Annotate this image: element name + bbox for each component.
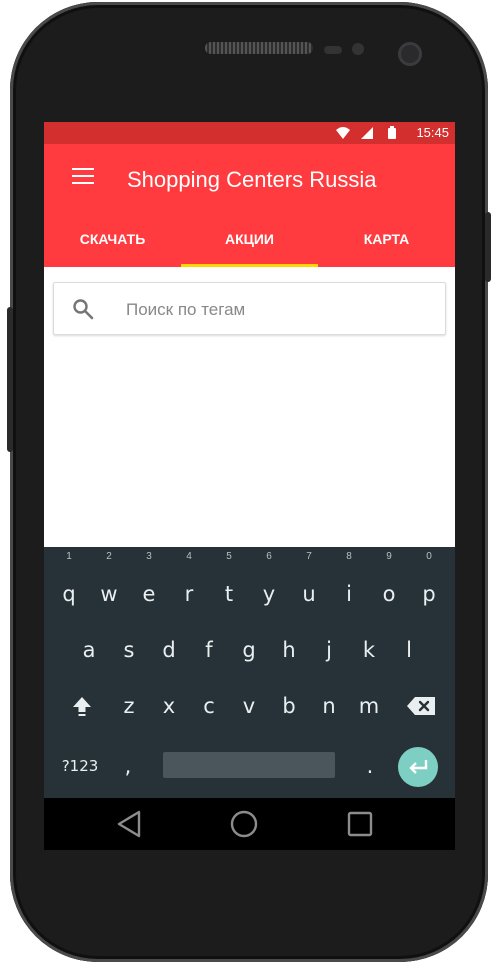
- keyboard: 1 2 3 4 5 6 7 8 9 0 q w e r t y u i o p …: [44, 547, 455, 798]
- front-camera: [398, 42, 422, 66]
- speaker-grille: [205, 42, 313, 54]
- key-g[interactable]: g: [229, 623, 269, 677]
- volume-button: [7, 307, 13, 452]
- power-button: [485, 212, 491, 282]
- search-input[interactable]: [124, 295, 428, 325]
- menu-icon[interactable]: [72, 168, 94, 186]
- home-button[interactable]: [224, 808, 264, 840]
- proximity-sensor: [324, 46, 342, 54]
- status-bar: 15:45: [44, 122, 455, 144]
- key-hint: 3: [146, 551, 152, 562]
- key-a[interactable]: a: [69, 623, 109, 677]
- key-t[interactable]: t: [209, 567, 249, 621]
- app-screen: 15:45 Shopping Centers Russia СКАЧАТЬ АК…: [44, 122, 455, 798]
- comma-key[interactable]: ,: [108, 739, 148, 793]
- key-l[interactable]: l: [389, 623, 429, 677]
- shift-key[interactable]: [62, 679, 102, 733]
- key-hint: 1: [66, 551, 72, 562]
- key-p[interactable]: p: [409, 567, 449, 621]
- key-r[interactable]: r: [169, 567, 209, 621]
- enter-button[interactable]: [398, 747, 438, 787]
- key-c[interactable]: c: [189, 679, 229, 733]
- key-e[interactable]: e: [129, 567, 169, 621]
- backspace-key[interactable]: [399, 679, 443, 733]
- search-icon: [73, 299, 94, 320]
- key-hint: 9: [386, 551, 392, 562]
- home-icon: [230, 810, 258, 838]
- key-j[interactable]: j: [309, 623, 349, 677]
- key-hint: 2: [106, 551, 112, 562]
- recents-icon: [347, 811, 373, 837]
- clock: 15:45: [416, 125, 449, 140]
- key-s[interactable]: s: [109, 623, 149, 677]
- key-m[interactable]: m: [349, 679, 389, 733]
- key-h[interactable]: h: [269, 623, 309, 677]
- app-bar: Shopping Centers Russia: [44, 144, 455, 219]
- key-x[interactable]: x: [149, 679, 189, 733]
- key-u[interactable]: u: [289, 567, 329, 621]
- signal-icon: [361, 127, 373, 139]
- key-q[interactable]: q: [49, 567, 89, 621]
- spacebar[interactable]: [163, 752, 335, 778]
- tab-download[interactable]: СКАЧАТЬ: [44, 219, 181, 267]
- back-icon: [117, 810, 141, 838]
- key-k[interactable]: k: [349, 623, 389, 677]
- key-hint: 0: [426, 551, 432, 562]
- app-title: Shopping Centers Russia: [127, 167, 377, 192]
- key-y[interactable]: y: [249, 567, 289, 621]
- navigation-bar: [44, 798, 455, 850]
- key-o[interactable]: o: [369, 567, 409, 621]
- key-z[interactable]: z: [109, 679, 149, 733]
- period-key[interactable]: .: [350, 739, 390, 793]
- symbols-key[interactable]: ?123: [52, 739, 108, 793]
- light-sensor: [352, 43, 364, 55]
- backspace-icon: [407, 697, 435, 715]
- key-d[interactable]: d: [149, 623, 189, 677]
- tab-bar: СКАЧАТЬ АКЦИИ КАРТА: [44, 219, 455, 267]
- key-v[interactable]: v: [229, 679, 269, 733]
- tab-map[interactable]: КАРТА: [318, 219, 455, 267]
- key-i[interactable]: i: [329, 567, 369, 621]
- key-hint: 6: [266, 551, 272, 562]
- search-bar[interactable]: [53, 282, 446, 335]
- key-f[interactable]: f: [189, 623, 229, 677]
- key-b[interactable]: b: [269, 679, 309, 733]
- key-w[interactable]: w: [89, 567, 129, 621]
- back-button[interactable]: [110, 808, 150, 840]
- wifi-icon: [336, 127, 350, 139]
- battery-icon: [388, 126, 396, 139]
- key-hint: 4: [186, 551, 192, 562]
- recents-button[interactable]: [340, 808, 380, 840]
- key-hint: 5: [226, 551, 232, 562]
- key-n[interactable]: n: [309, 679, 349, 733]
- enter-icon: [409, 760, 428, 774]
- key-hint: 7: [306, 551, 312, 562]
- key-hint: 8: [346, 551, 352, 562]
- tab-promotions[interactable]: АКЦИИ: [181, 219, 318, 267]
- shift-icon: [73, 697, 91, 716]
